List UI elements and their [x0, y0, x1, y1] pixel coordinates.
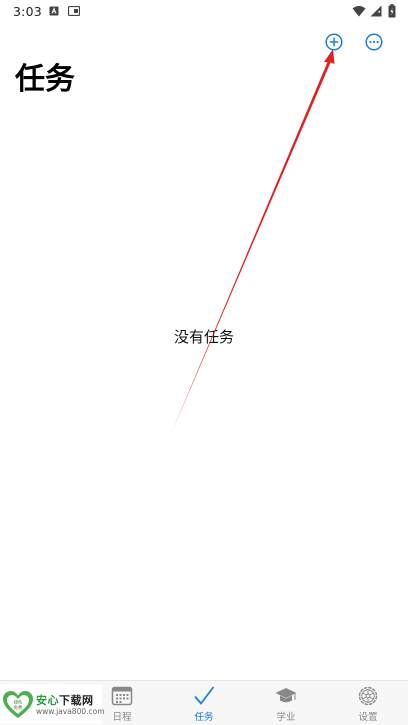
tab-label: 任务: [194, 712, 214, 723]
checkmark-icon: [194, 686, 215, 705]
gear-icon: [358, 686, 378, 706]
tab-academics[interactable]: 学业: [256, 681, 316, 725]
add-task-button[interactable]: [324, 32, 344, 52]
heart-logo-icon: 绿色 免费: [3, 691, 33, 718]
tab-label: 设置: [358, 712, 378, 723]
notification-card-icon: [68, 6, 80, 16]
more-options-button[interactable]: [364, 32, 384, 52]
status-time: 3:03: [13, 4, 42, 19]
svg-text:绿色: 绿色: [14, 699, 23, 705]
graduation-cap-icon: [275, 688, 297, 703]
notification-a-icon: [49, 6, 59, 16]
wifi-icon: [352, 6, 366, 17]
annotation-arrow: [171, 49, 335, 434]
calendar-icon: [111, 686, 133, 706]
empty-state-message: 没有任务: [173, 328, 234, 346]
screen: 3:03 任务 没有任务 日程 任务 学业 设置 绿色 免费 安心下载网 www…: [0, 0, 408, 725]
tab-label: 学业: [276, 712, 296, 723]
page-title: 任务: [15, 62, 75, 97]
status-bar: 3:03: [0, 0, 408, 24]
battery-icon: [388, 4, 396, 18]
tab-tasks[interactable]: 任务: [174, 681, 234, 725]
svg-text:免费: 免费: [14, 704, 22, 711]
watermark-name: 安心下载网: [36, 694, 94, 707]
tab-settings[interactable]: 设置: [338, 681, 398, 725]
signal-icon: [370, 5, 382, 17]
watermark: 绿色 免费 安心下载网 www.java800.com: [0, 684, 105, 724]
watermark-url: www.java800.com: [36, 707, 105, 716]
